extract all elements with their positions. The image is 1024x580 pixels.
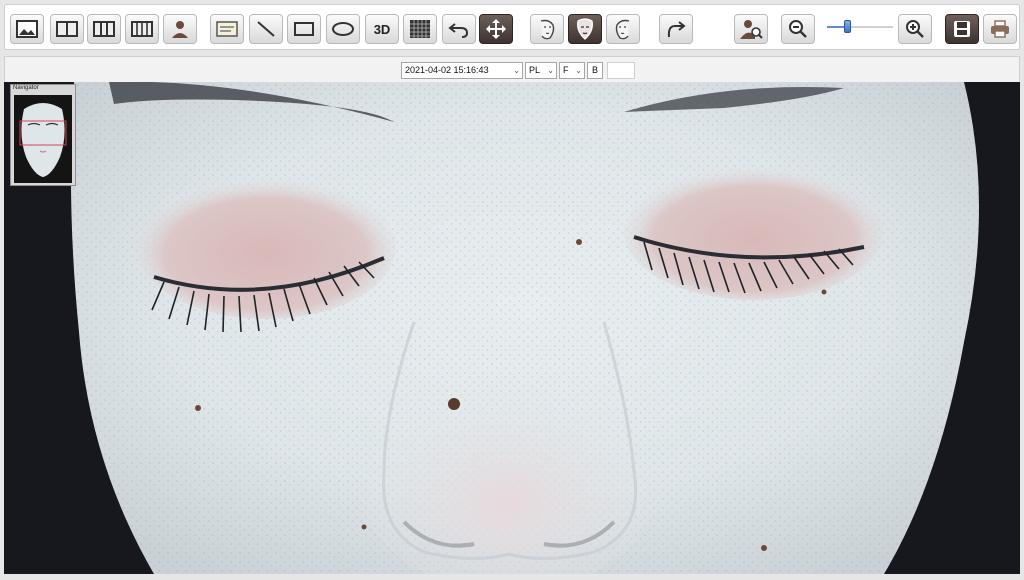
line-tool-button[interactable] (249, 14, 283, 44)
move-icon (486, 19, 506, 39)
undo-icon (448, 23, 469, 38)
save-icon (954, 21, 970, 37)
face-left-icon (540, 19, 555, 40)
text-box-icon (216, 21, 238, 37)
undo-button[interactable] (442, 14, 476, 44)
ellipse-tool-button[interactable] (326, 14, 360, 44)
print-icon (991, 20, 1009, 38)
capture-datetime: 2021-04-02 15:16:43 (405, 65, 489, 75)
grid-icon (410, 20, 430, 38)
light-mode-value: PL (529, 65, 541, 75)
navigator-panel: Navigator (10, 84, 76, 186)
light-mode-select[interactable]: PL ⌄ (525, 62, 557, 79)
face-front-icon (577, 18, 593, 40)
image-viewer[interactable]: Navigator (4, 82, 1020, 574)
annotation-button[interactable] (210, 14, 244, 44)
face-front-button[interactable] (568, 14, 602, 44)
redo-button[interactable] (659, 14, 693, 44)
view-mode-value: F (563, 65, 569, 75)
zoom-thumb[interactable] (844, 20, 851, 33)
zoom-slider[interactable] (827, 18, 893, 38)
skin-analysis-app: 3D 2021-04-02 15:16:43 ⌄ PL ⌄ F ⌄ B Navi… (0, 0, 1024, 580)
single-image-icon (16, 20, 38, 38)
info-blank-field (607, 62, 635, 79)
person-icon (172, 21, 188, 38)
3d-view-button[interactable]: 3D (365, 14, 399, 44)
face-thumbnail-image (14, 95, 72, 183)
person-search-icon (740, 20, 763, 39)
rectangle-tool-button[interactable] (287, 14, 321, 44)
b-toggle-label: B (591, 65, 598, 75)
zoom-in-icon (906, 20, 924, 38)
two-column-icon (56, 21, 78, 37)
grid-view-button[interactable] (403, 14, 437, 44)
zoom-in-button[interactable] (898, 14, 932, 44)
triple-view-button[interactable] (87, 14, 121, 44)
face-closeup-image (4, 82, 1020, 574)
zoom-out-button[interactable] (781, 14, 815, 44)
chevron-down-icon: ⌄ (547, 66, 554, 75)
rectangle-icon (294, 22, 314, 36)
view-mode-select[interactable]: F ⌄ (559, 62, 585, 79)
line-icon (257, 21, 275, 37)
image-info-bar: 2021-04-02 15:16:43 ⌄ PL ⌄ F ⌄ B (4, 56, 1020, 82)
quad-view-button[interactable] (125, 14, 159, 44)
single-view-button[interactable] (10, 14, 44, 44)
navigator-title: Navigator (13, 85, 39, 91)
pan-button[interactable] (479, 14, 513, 44)
patient-button[interactable] (163, 14, 197, 44)
toolbar: 3D (4, 4, 1020, 50)
search-patient-button[interactable] (734, 14, 768, 44)
ellipse-icon (332, 22, 354, 36)
print-button[interactable] (983, 14, 1017, 44)
navigator-thumbnail[interactable] (14, 95, 72, 183)
face-right-icon (615, 19, 630, 40)
3d-label: 3D (373, 21, 391, 37)
face-right-button[interactable] (606, 14, 640, 44)
chevron-down-icon: ⌄ (513, 66, 520, 75)
chevron-down-icon: ⌄ (575, 66, 582, 75)
dual-view-button[interactable] (50, 14, 84, 44)
face-left-button[interactable] (530, 14, 564, 44)
three-column-icon (93, 21, 115, 37)
capture-datetime-select[interactable]: 2021-04-02 15:16:43 ⌄ (401, 62, 523, 79)
b-toggle-button[interactable]: B (587, 62, 603, 79)
zoom-out-icon (789, 20, 807, 38)
redo-icon (667, 21, 686, 38)
save-button[interactable] (945, 14, 979, 44)
four-column-icon (131, 21, 153, 37)
